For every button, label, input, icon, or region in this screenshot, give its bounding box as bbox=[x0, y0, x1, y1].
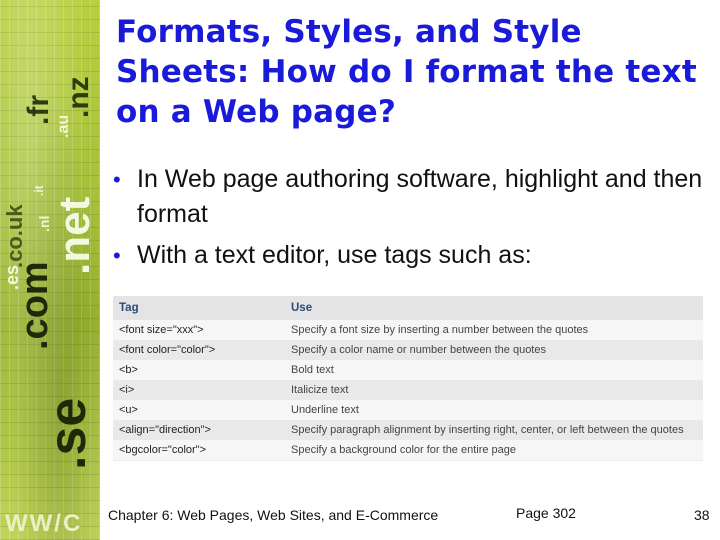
table-row: <font color="color"> Specify a color nam… bbox=[113, 340, 703, 360]
table-cell-tag: <font size="xxx"> bbox=[113, 320, 285, 340]
domain-net-text: .net bbox=[50, 196, 99, 275]
domain-it-text: .it bbox=[32, 185, 46, 196]
html-tag-table: Tag Use <font size="xxx"> Specify a font… bbox=[113, 296, 703, 461]
table-header-use: Use bbox=[285, 296, 703, 320]
domain-au-text: .au bbox=[55, 114, 72, 138]
domain-com-text: .com bbox=[14, 261, 56, 350]
table-cell-use: Bold text bbox=[285, 360, 703, 380]
table-row: <align="direction"> Specify paragraph al… bbox=[113, 420, 703, 440]
table-row: <b> Bold text bbox=[113, 360, 703, 380]
footer-chapter-text: Chapter 6: Web Pages, Web Sites, and E-C… bbox=[108, 507, 439, 523]
decorative-side-strip: .fr .nz .au .it .nl .co.uk .net .es .com… bbox=[0, 0, 100, 540]
table-header-row: Tag Use bbox=[113, 296, 703, 320]
bullet-item: • With a text editor, use tags such as: bbox=[113, 238, 713, 273]
domain-nz-text: .nz bbox=[62, 76, 95, 118]
table-cell-use: Underline text bbox=[285, 400, 703, 420]
domain-bottom-text: WW/C bbox=[5, 510, 83, 537]
bullet-item: • In Web page authoring software, highli… bbox=[113, 162, 713, 232]
table-cell-tag: <u> bbox=[113, 400, 285, 420]
table-cell-tag: <font color="color"> bbox=[113, 340, 285, 360]
bullet-dot-icon: • bbox=[113, 167, 121, 192]
table-cell-use: Italicize text bbox=[285, 380, 703, 400]
table-cell-use: Specify a color name or number between t… bbox=[285, 340, 703, 360]
table-cell-tag: <i> bbox=[113, 380, 285, 400]
table-row: <bgcolor="color"> Specify a background c… bbox=[113, 440, 703, 460]
domain-se-text: .se bbox=[39, 397, 97, 470]
table-cell-use: Specify a background color for the entir… bbox=[285, 440, 703, 460]
slide-number: 38 bbox=[694, 507, 710, 523]
table-row: <u> Underline text bbox=[113, 400, 703, 420]
table-cell-tag: <bgcolor="color"> bbox=[113, 440, 285, 460]
domain-fr-text: .fr bbox=[22, 95, 55, 125]
table-cell-use: Specify paragraph alignment by inserting… bbox=[285, 420, 703, 440]
table-row: <i> Italicize text bbox=[113, 380, 703, 400]
table-header-tag: Tag bbox=[113, 296, 285, 320]
footer-page-text: Page 302 bbox=[516, 505, 576, 521]
bullet-text: In Web page authoring software, highligh… bbox=[137, 165, 703, 228]
domain-uk-text: .co.uk bbox=[2, 204, 27, 268]
table-cell-use: Specify a font size by inserting a numbe… bbox=[285, 320, 703, 340]
table-cell-tag: <align="direction"> bbox=[113, 420, 285, 440]
table-row: <font size="xxx"> Specify a font size by… bbox=[113, 320, 703, 340]
table-cell-tag: <b> bbox=[113, 360, 285, 380]
bullet-dot-icon: • bbox=[113, 243, 121, 268]
bullet-list: • In Web page authoring software, highli… bbox=[113, 162, 713, 279]
bullet-text: With a text editor, use tags such as: bbox=[137, 241, 532, 269]
slide-title: Formats, Styles, and Style Sheets: How d… bbox=[116, 14, 697, 130]
